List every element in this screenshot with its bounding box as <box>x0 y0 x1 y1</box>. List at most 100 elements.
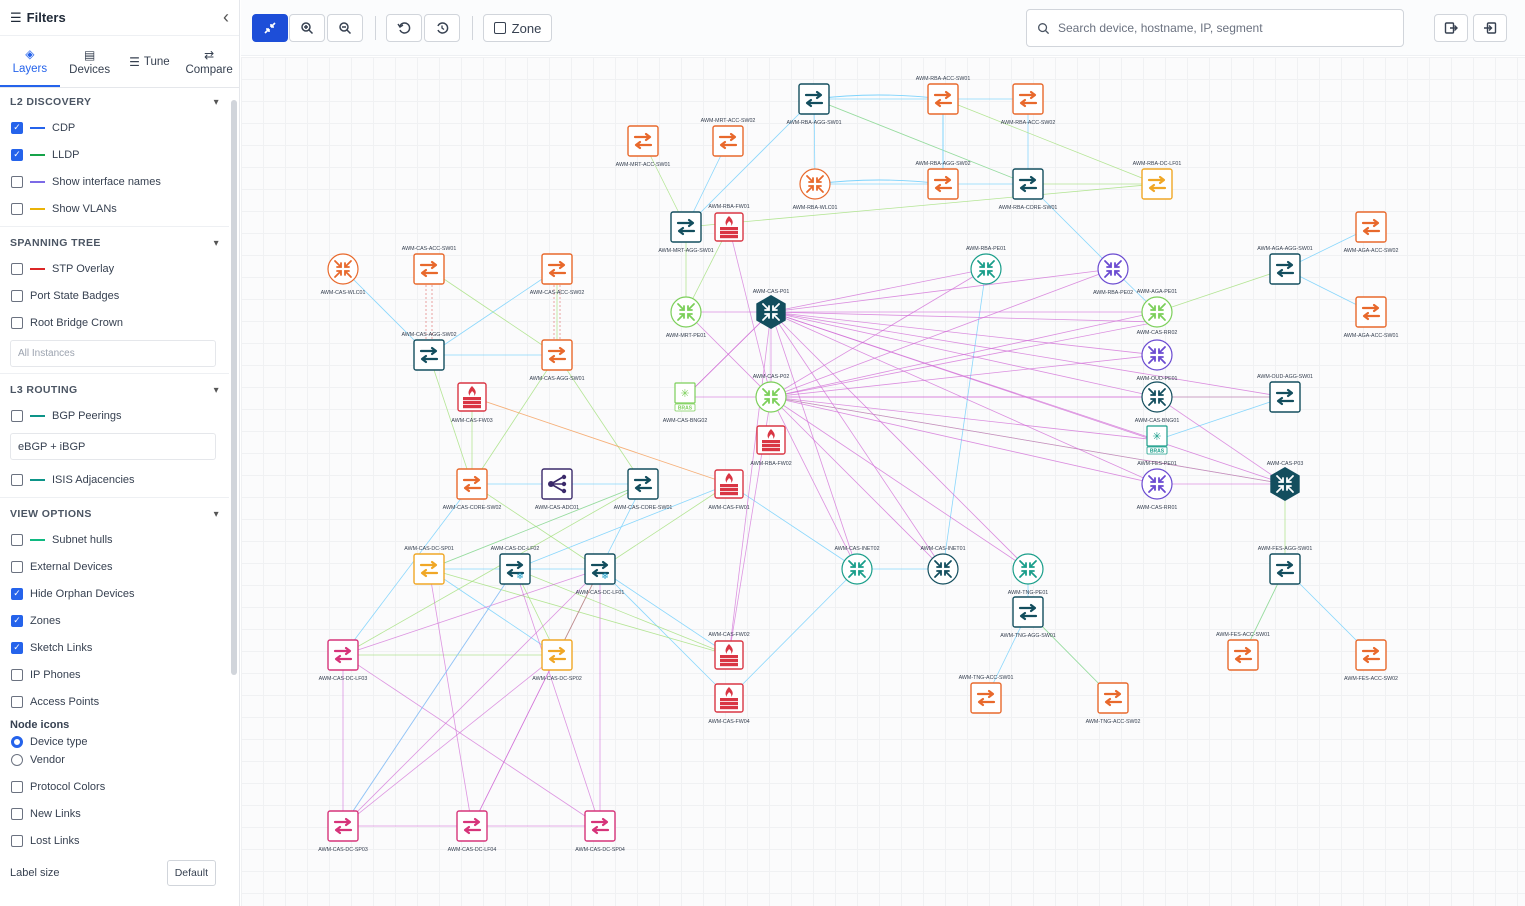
hide-orphan-devices-toggle[interactable]: ✓ Hide Orphan Devices <box>0 580 229 607</box>
device-node[interactable]: AWM-CAS-AGG-SW01 <box>529 339 585 382</box>
zone-toggle-button[interactable]: Zone <box>483 14 552 42</box>
device-node[interactable]: AWM-MRT-AGG-SW01 <box>658 211 714 254</box>
zoom-in-button[interactable] <box>289 14 325 42</box>
isis-adjacencies-toggle[interactable]: ISIS Adjacencies <box>0 466 229 493</box>
undo-button[interactable] <box>386 14 422 42</box>
checkbox[interactable]: ✓ <box>11 148 23 161</box>
device-node[interactable]: AWM-TNG-ACC-SW02 <box>1086 682 1141 725</box>
topology-link[interactable] <box>599 483 730 570</box>
device-node[interactable]: AWM-FES-AGG-SW01 <box>1258 546 1313 585</box>
stp-instances-input[interactable]: All Instances <box>10 340 216 367</box>
topology-link[interactable] <box>770 311 1286 398</box>
sidebar-scrollbar[interactable] <box>231 100 237 675</box>
device-node[interactable]: AWM-RBA-FW02 <box>750 425 792 467</box>
device-node[interactable]: AWM-RBA-AGG-SW01 <box>786 83 842 126</box>
topology-link[interactable] <box>770 311 1029 570</box>
device-node[interactable]: AWM-CAS-P02 <box>753 374 790 413</box>
device-node[interactable]: AWM-CAS-ACC-SW01 <box>402 246 457 285</box>
sketch-links-toggle[interactable]: ✓ Sketch Links <box>0 634 229 661</box>
device-node[interactable]: AWM-RBA-PE01 <box>966 246 1006 285</box>
topology-link[interactable] <box>428 568 473 827</box>
lldp-toggle[interactable]: ✓ LLDP <box>0 141 229 168</box>
import-button[interactable] <box>1473 14 1507 42</box>
topology-link[interactable] <box>342 568 601 827</box>
checkbox[interactable]: ✓ <box>11 121 23 134</box>
zoom-out-button[interactable] <box>327 14 363 42</box>
topology-link[interactable] <box>814 179 944 185</box>
device-node[interactable]: AWM-FES-ACC-SW01 <box>1216 632 1270 671</box>
section-spanning-tree[interactable]: SPANNING TREE ▾ <box>0 231 229 255</box>
section-view-options[interactable]: VIEW OPTIONS ▾ <box>0 502 229 526</box>
device-node[interactable]: AWM-TNG-AGG-SW01 <box>1000 596 1056 639</box>
protocol-colors-toggle[interactable]: Protocol Colors <box>0 773 229 800</box>
topology-link[interactable] <box>342 654 558 827</box>
device-node[interactable]: AWM-CAS-BNG01 <box>1135 381 1180 424</box>
device-node[interactable]: AWM-CAS-INET01 <box>920 546 966 585</box>
topology-link[interactable] <box>514 568 601 827</box>
device-node[interactable]: AWM-RBA-AGG-SW02 <box>915 161 971 200</box>
topology-link[interactable] <box>770 311 1286 485</box>
history-button[interactable] <box>424 14 460 42</box>
export-button[interactable] <box>1434 14 1468 42</box>
checkbox[interactable] <box>11 175 23 188</box>
ip-phones-toggle[interactable]: IP Phones <box>0 661 229 688</box>
topology-link[interactable] <box>685 183 1158 228</box>
device-node[interactable]: AWM-FES-ACC-SW02 <box>1344 639 1398 682</box>
checkbox[interactable] <box>11 533 23 546</box>
topology-link[interactable] <box>813 98 1029 185</box>
tab-devices[interactable]: ▤ Devices <box>60 36 120 87</box>
device-node[interactable]: AWM-AGA-ACC-SW01 <box>1344 296 1399 339</box>
device-node[interactable]: AWM-CAS-FW01 <box>708 469 750 511</box>
device-node[interactable]: AWM-RBA-FW01 <box>708 204 750 242</box>
search-input[interactable] <box>1058 21 1393 35</box>
stp-overlay-toggle[interactable]: STP Overlay <box>0 255 229 282</box>
topology-link[interactable] <box>770 396 944 570</box>
device-node[interactable]: AWM-RBA-CORE-SW01 <box>999 168 1058 211</box>
device-node[interactable]: AWM-CAS-ACC-SW02 <box>530 253 585 296</box>
radio-button[interactable] <box>11 736 23 748</box>
checkbox[interactable]: ✓ <box>11 614 23 627</box>
device-node[interactable]: AWM-TNG-ACC-SW01 <box>959 675 1014 714</box>
device-node[interactable]: AWM-OUD-AGG-SW01 <box>1257 374 1313 413</box>
bgp-peerings-toggle[interactable]: BGP Peerings <box>0 402 229 429</box>
checkbox[interactable]: ✓ <box>11 641 23 654</box>
device-node[interactable]: AWM-CAS-CORE-SW02 <box>443 468 502 511</box>
device-node[interactable]: AWM-AGA-ACC-SW02 <box>1344 211 1399 254</box>
node-icons-vendor-radio[interactable]: Vendor <box>0 751 229 769</box>
external-devices-toggle[interactable]: External Devices <box>0 553 229 580</box>
tab-compare[interactable]: ⇄ Compare <box>179 36 239 87</box>
device-node[interactable]: AWM-CAS-ADC01 <box>535 468 579 511</box>
device-node[interactable]: AWM-CAS-AGG-SW02 <box>401 332 457 371</box>
topology-link[interactable] <box>942 98 1158 185</box>
device-node[interactable]: AWM-MRT-ACC-SW02 <box>701 118 756 157</box>
topology-link[interactable] <box>342 568 516 827</box>
topology-link[interactable] <box>770 268 1114 313</box>
topology-link[interactable] <box>770 268 987 398</box>
device-node[interactable]: AWM-CAS-DC-SP01 <box>404 546 454 585</box>
device-node[interactable]: AWM-CAS-P01 <box>753 289 790 329</box>
checkbox[interactable] <box>11 668 23 681</box>
lost-links-toggle[interactable]: Lost Links <box>0 827 229 854</box>
device-node[interactable]: AWM-CAS-DC-SP04 <box>575 810 625 853</box>
device-node[interactable]: AWM-CAS-WLC01 <box>321 253 366 296</box>
device-node[interactable]: AWM-CAS-CORE-SW01 <box>614 468 673 511</box>
tab-tune[interactable]: ☰ Tune <box>120 36 180 87</box>
device-node[interactable]: AWM-RBA-ACC-SW02 <box>1001 83 1056 126</box>
radio-button[interactable] <box>11 754 23 766</box>
device-node[interactable]: AWM-RBA-DC-LF01 <box>1133 161 1182 200</box>
checkbox[interactable]: ✓ <box>11 587 23 600</box>
topology-canvas[interactable]: AWM-RBA-AGG-SW01 AWM-RBA-ACC-SW01 AWM-RBA-… <box>241 57 1525 906</box>
device-node[interactable]: AWM-RBA-WLC01 <box>793 168 838 211</box>
topology-link[interactable] <box>599 568 730 656</box>
device-node[interactable]: AWM-MRT-PE01 <box>666 296 706 339</box>
device-node[interactable]: AWM-CAS-DC-SP02 <box>532 639 582 682</box>
device-node[interactable]: AWM-OUD-PE01 <box>1136 339 1178 382</box>
access-points-toggle[interactable]: Access Points <box>0 688 229 715</box>
port-state-badges-toggle[interactable]: Port State Badges <box>0 282 229 309</box>
topology-link[interactable] <box>770 354 1158 398</box>
checkbox[interactable] <box>11 473 23 486</box>
checkbox[interactable] <box>11 560 23 573</box>
subnet-hulls-toggle[interactable]: Subnet hulls <box>0 526 229 553</box>
new-links-toggle[interactable]: New Links <box>0 800 229 827</box>
device-node[interactable]: ❄ AWM-CAS-DC-LF02 <box>491 546 540 585</box>
